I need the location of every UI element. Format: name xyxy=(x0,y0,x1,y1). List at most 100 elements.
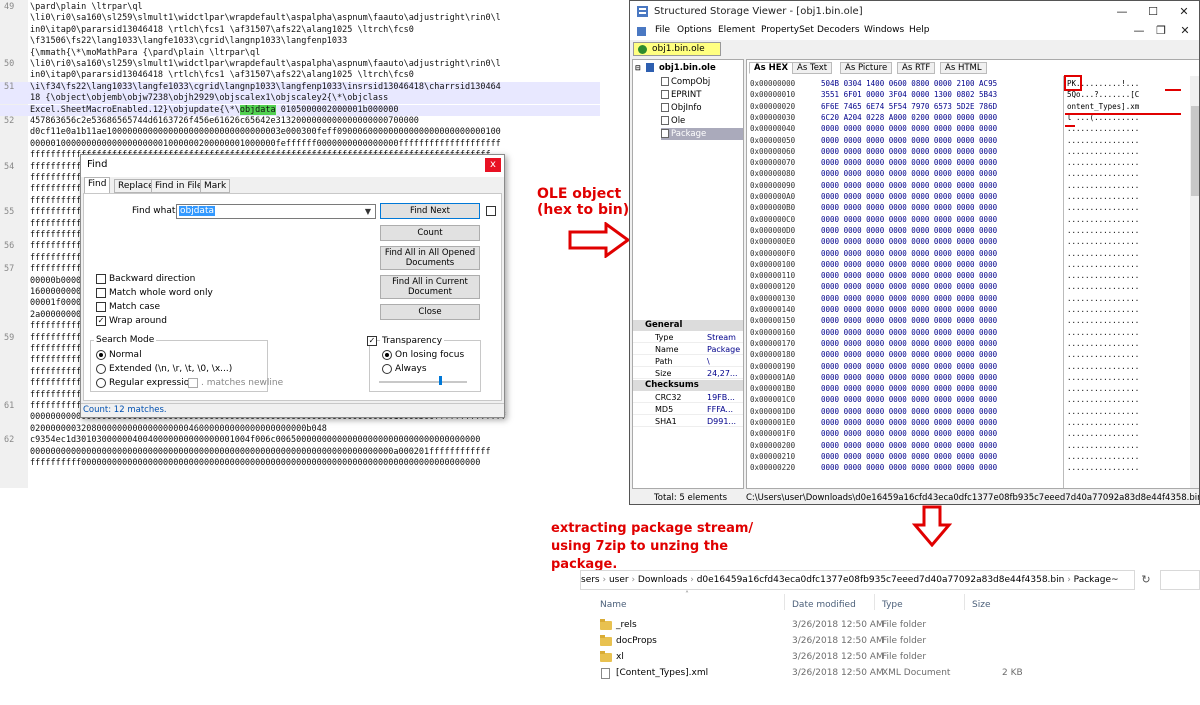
hex-row[interactable]: 0x000001C0 0000 0000 0000 0000 0000 0000 … xyxy=(747,394,1200,405)
hex-row[interactable]: 0x000000C0 0000 0000 0000 0000 0000 0000 … xyxy=(747,214,1200,225)
hex-row[interactable]: 0x000001B0 0000 0000 0000 0000 0000 0000 … xyxy=(747,383,1200,394)
address-bar[interactable]: sers › user › Downloads › d0e16459a16cfd… xyxy=(580,570,1135,590)
tree-item-ole[interactable]: Ole xyxy=(661,115,685,127)
tab-as-picture[interactable]: As Picture xyxy=(840,62,892,74)
column-date-modified[interactable]: Date modified xyxy=(792,600,856,610)
hex-row[interactable]: 0x00000100 0000 0000 0000 0000 0000 0000 … xyxy=(747,259,1200,270)
count-button[interactable]: Count xyxy=(380,225,480,241)
extended-mode-radio[interactable] xyxy=(96,364,106,374)
breadcrumb-segment[interactable]: Downloads xyxy=(638,575,687,585)
regex-mode-radio[interactable] xyxy=(96,378,106,388)
menu-element[interactable]: Element xyxy=(718,25,755,35)
tab-mark[interactable]: Mark xyxy=(200,179,230,193)
close-icon[interactable]: ✕ xyxy=(1173,4,1195,20)
chevron-down-icon[interactable]: ▼ xyxy=(362,205,374,218)
find-all-current-button[interactable]: Find All in Current Document xyxy=(380,275,480,299)
mdi-minimize-icon[interactable]: — xyxy=(1128,23,1150,39)
general-section-header[interactable]: General xyxy=(633,320,743,331)
ssv-titlebar[interactable]: Structured Storage Viewer - [obj1.bin.ol… xyxy=(630,1,1200,23)
refresh-icon[interactable]: ↻ xyxy=(1138,572,1154,588)
hex-row[interactable]: 0x00000110 0000 0000 0000 0000 0000 0000 … xyxy=(747,270,1200,281)
menu-file[interactable]: File xyxy=(655,25,670,35)
close-button[interactable]: Close xyxy=(380,304,480,320)
hex-row[interactable]: 0x00000180 0000 0000 0000 0000 0000 0000 … xyxy=(747,349,1200,360)
hex-row[interactable]: 0x000000A0 0000 0000 0000 0000 0000 0000 … xyxy=(747,191,1200,202)
hex-row[interactable]: 0x000001E0 0000 0000 0000 0000 0000 0000 … xyxy=(747,417,1200,428)
hex-row[interactable]: 0x000000D0 0000 0000 0000 0000 0000 0000 … xyxy=(747,225,1200,236)
find-dialog-titlebar[interactable]: Find x xyxy=(81,155,504,177)
minimize-icon[interactable]: — xyxy=(1111,4,1133,20)
breadcrumb-segment[interactable]: sers xyxy=(581,575,600,585)
hex-row[interactable]: 0x00000090 0000 0000 0000 0000 0000 0000 … xyxy=(747,180,1200,191)
matches-newline-checkbox[interactable] xyxy=(188,378,198,388)
hex-row[interactable]: 0x00000050 0000 0000 0000 0000 0000 0000 … xyxy=(747,135,1200,146)
hex-row[interactable]: 0x00000120 0000 0000 0000 0000 0000 0000 … xyxy=(747,281,1200,292)
match-case-checkbox[interactable] xyxy=(96,302,106,312)
hex-row[interactable]: 0x00000160 0000 0000 0000 0000 0000 0000 … xyxy=(747,327,1200,338)
file-list-item[interactable]: docProps 3/26/2018 12:50 AM File folder xyxy=(592,634,1032,649)
hex-row[interactable]: 0x000001D0 0000 0000 0000 0000 0000 0000 … xyxy=(747,406,1200,417)
hex-row[interactable]: 0x00000140 0000 0000 0000 0000 0000 0000 … xyxy=(747,304,1200,315)
hex-row[interactable]: 0x00000210 0000 0000 0000 0000 0000 0000 … xyxy=(747,451,1200,462)
tree-root[interactable]: ⊟ obj1.bin.ole xyxy=(635,62,716,74)
tree-item-compobj[interactable]: CompObj xyxy=(661,76,710,88)
menu-propertyset[interactable]: PropertySet xyxy=(761,25,814,35)
hex-row[interactable]: 0x000000F0 0000 0000 0000 0000 0000 0000 … xyxy=(747,248,1200,259)
backward-direction-checkbox[interactable] xyxy=(96,274,106,284)
tab-find[interactable]: Find xyxy=(84,177,110,194)
tree-item-package[interactable]: Package xyxy=(661,128,744,140)
tab-as-text[interactable]: As Text xyxy=(792,62,832,74)
breadcrumb-segment[interactable]: d0e16459a16cfd43eca0dfc1377e08fb935c7eee… xyxy=(697,575,1065,585)
breadcrumb-segment[interactable]: user xyxy=(609,575,629,585)
tab-as-html[interactable]: As HTML xyxy=(940,62,987,74)
search-input[interactable] xyxy=(1160,570,1200,590)
mdi-close-icon[interactable]: ✕ xyxy=(1174,23,1196,39)
in-selection-checkbox[interactable] xyxy=(486,206,496,216)
column-divider[interactable] xyxy=(964,594,965,610)
hex-row[interactable]: 0x000001A0 0000 0000 0000 0000 0000 0000 … xyxy=(747,372,1200,383)
column-name[interactable]: Name xyxy=(600,600,627,610)
hex-row[interactable]: 0x00000170 0000 0000 0000 0000 0000 0000 … xyxy=(747,338,1200,349)
hex-row[interactable]: 0x00000150 0000 0000 0000 0000 0000 0000 … xyxy=(747,315,1200,326)
file-tab[interactable]: obj1.bin.ole xyxy=(633,42,721,56)
hex-row[interactable]: 0x00000130 0000 0000 0000 0000 0000 0000 … xyxy=(747,293,1200,304)
hex-row[interactable]: 0x000000B0 0000 0000 0000 0000 0000 0000 … xyxy=(747,202,1200,213)
column-size[interactable]: Size xyxy=(972,600,990,610)
file-list-item[interactable]: [Content_Types].xml 3/26/2018 12:50 AM XML… xyxy=(592,666,1032,681)
column-divider[interactable] xyxy=(874,594,875,610)
hex-row[interactable]: 0x00000220 0000 0000 0000 0000 0000 0000 … xyxy=(747,462,1200,473)
hex-row[interactable]: 0x000001F0 0000 0000 0000 0000 0000 0000 … xyxy=(747,428,1200,439)
scrollbar-thumb[interactable] xyxy=(1191,106,1199,196)
tree-item-objinfo[interactable]: ObjInfo xyxy=(661,102,702,114)
menu-help[interactable]: Help xyxy=(909,25,930,35)
hex-row[interactable]: 0x00000070 0000 0000 0000 0000 0000 0000 … xyxy=(747,157,1200,168)
checksums-section-header[interactable]: Checksums xyxy=(633,380,743,391)
collapse-icon[interactable]: ⊟ xyxy=(635,62,643,74)
tab-as-hex[interactable]: As HEX xyxy=(749,62,793,74)
hex-row[interactable]: 0x00000190 0000 0000 0000 0000 0000 0000 … xyxy=(747,361,1200,372)
always-radio[interactable] xyxy=(382,364,392,374)
transparency-slider-thumb[interactable] xyxy=(439,376,442,385)
hex-row[interactable]: 0x00000200 0000 0000 0000 0000 0000 0000 … xyxy=(747,440,1200,451)
vertical-scrollbar[interactable] xyxy=(1190,76,1200,489)
menu-windows[interactable]: Windows xyxy=(864,25,904,35)
file-list-item[interactable]: _rels 3/26/2018 12:50 AM File folder xyxy=(592,618,1032,633)
maximize-icon[interactable]: ☐ xyxy=(1142,4,1164,20)
menu-decoders[interactable]: Decoders xyxy=(817,25,860,35)
hex-row[interactable]: 0x00000080 0000 0000 0000 0000 0000 0000 … xyxy=(747,168,1200,179)
transparency-slider[interactable] xyxy=(379,381,467,383)
column-divider[interactable] xyxy=(784,594,785,610)
file-list-item[interactable]: xl 3/26/2018 12:50 AM File folder xyxy=(592,650,1032,665)
column-type[interactable]: Type xyxy=(882,600,903,610)
wrap-around-checkbox[interactable]: ✓ xyxy=(96,316,106,326)
close-icon[interactable]: x xyxy=(485,158,501,172)
tree-item-eprint[interactable]: EPRINT xyxy=(661,89,701,101)
find-what-input[interactable]: objdata xyxy=(176,204,376,219)
match-whole-word-checkbox[interactable] xyxy=(96,288,106,298)
breadcrumb-segment[interactable]: Package~ xyxy=(1074,575,1119,585)
mdi-restore-icon[interactable]: ❐ xyxy=(1150,23,1172,39)
hex-row[interactable]: 0x000000E0 0000 0000 0000 0000 0000 0000 … xyxy=(747,236,1200,247)
menu-options[interactable]: Options xyxy=(677,25,712,35)
normal-mode-radio[interactable] xyxy=(96,350,106,360)
find-next-button[interactable]: Find Next xyxy=(380,203,480,219)
